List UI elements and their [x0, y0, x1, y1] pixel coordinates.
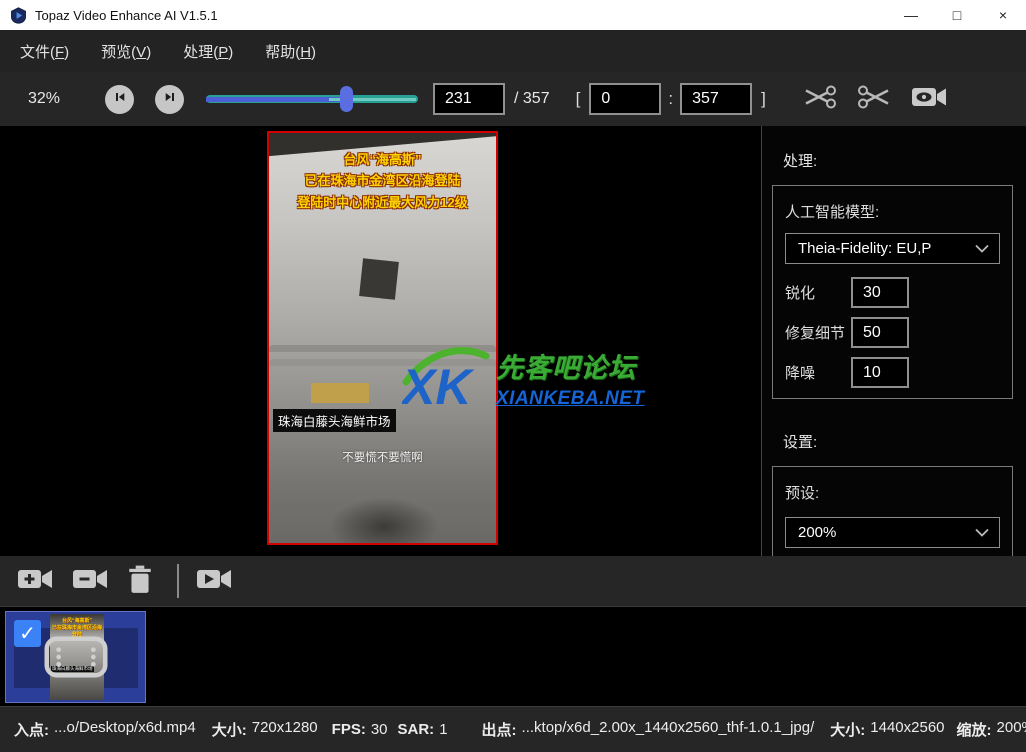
camera-eye-icon	[910, 84, 948, 115]
clip-toolbar	[0, 556, 1026, 606]
current-frame-input[interactable]	[433, 83, 505, 115]
settings-panel: 处理: 人工智能模型: Theia-Fidelity: EU,P 锐化 修复细节…	[761, 126, 1026, 556]
camera-play-icon	[195, 565, 233, 598]
main-area: 台风“海高斯” 已在珠海市金湾区沿海登陆 登陆时中心附近最大风力12级 珠海白藤…	[0, 126, 1026, 556]
status-scale: 缩放:200%	[957, 719, 1026, 740]
scissors-right-icon	[856, 84, 892, 115]
ai-model-value: Theia-Fidelity: EU,P	[798, 240, 931, 257]
camera-plus-icon	[16, 565, 54, 598]
window-title: Topaz Video Enhance AI V1.5.1	[35, 8, 218, 23]
thumbnail-checkbox[interactable]: ✓	[14, 620, 41, 647]
ai-model-dropdown[interactable]: Theia-Fidelity: EU,P	[785, 233, 1000, 264]
video-caption: 不要慌不要慌啊	[269, 449, 496, 465]
timeline-slider[interactable]	[206, 86, 418, 112]
film-frame-icon	[44, 636, 108, 678]
thumbnail-strip: 台风“海高斯” 已在珠海市金湾区沿海登陆 珠海白藤头海鲜市场 ✓	[0, 606, 1026, 706]
processing-heading: 处理:	[783, 150, 1026, 171]
chevron-down-icon	[975, 528, 989, 537]
ai-model-group: 人工智能模型: Theia-Fidelity: EU,P 锐化 修复细节 降噪	[772, 185, 1013, 399]
sharpen-input[interactable]	[851, 277, 909, 308]
status-sar: SAR:1	[398, 721, 448, 738]
close-button[interactable]: ×	[980, 0, 1026, 30]
sharpen-label: 锐化	[785, 282, 851, 303]
watermark-logo-icon: XK	[402, 342, 490, 418]
frame-total-label: / 357	[514, 90, 550, 108]
video-dark-object	[359, 258, 399, 300]
restore-detail-label: 修复细节	[785, 322, 851, 343]
trim-start-input[interactable]	[589, 83, 661, 115]
preset-dropdown[interactable]: 200%	[785, 517, 1000, 548]
add-video-button[interactable]	[16, 565, 54, 598]
camera-minus-icon	[71, 565, 109, 598]
ai-model-label: 人工智能模型:	[785, 201, 1000, 222]
title-bar: Topaz Video Enhance AI V1.5.1 — □ ×	[0, 0, 1026, 30]
video-headline-text: 台风“海高斯” 已在珠海市金湾区沿海登陆 登陆时中心附近最大风力12级	[269, 149, 496, 213]
trim-in-button[interactable]	[802, 84, 838, 115]
trim-out-button[interactable]	[856, 84, 892, 115]
skip-to-start-button[interactable]	[105, 85, 134, 114]
status-in-point: 入点:...o/Desktop/x6d.mp4	[14, 719, 196, 740]
denoise-input[interactable]	[851, 357, 909, 388]
remove-video-button[interactable]	[71, 565, 109, 598]
preset-label: 预设:	[785, 482, 1000, 503]
menu-file[interactable]: 文件(F)	[14, 37, 75, 66]
svg-text:XK: XK	[402, 359, 475, 412]
watermark: XK 先客吧论坛 XIANKEBA.NET	[402, 342, 652, 418]
watermark-name: 先客吧论坛	[496, 346, 645, 385]
status-in-size: 大小:720x1280	[212, 719, 318, 740]
toolbar-divider	[177, 564, 179, 598]
denoise-label: 降噪	[785, 362, 851, 383]
skip-start-icon	[112, 89, 128, 110]
delete-button[interactable]	[126, 564, 154, 599]
menu-process[interactable]: 处理(P)	[177, 37, 239, 66]
status-bar: 入点:...o/Desktop/x6d.mp4 大小:720x1280 FPS:…	[0, 706, 1026, 752]
process-video-button[interactable]	[195, 565, 233, 598]
trim-bracket-open: [	[576, 89, 581, 109]
skip-to-end-button[interactable]	[155, 85, 184, 114]
preset-value: 200%	[798, 524, 836, 541]
slider-handle[interactable]	[340, 86, 353, 112]
video-frame[interactable]: 台风“海高斯” 已在珠海市金湾区沿海登陆 登陆时中心附近最大风力12级 珠海白藤…	[267, 131, 498, 545]
chevron-down-icon	[975, 244, 989, 253]
restore-detail-input[interactable]	[851, 317, 909, 348]
video-bottom-shadow	[329, 497, 439, 545]
trim-separator: :	[668, 89, 673, 109]
trim-end-input[interactable]	[680, 83, 752, 115]
restore-detail-row: 修复细节	[785, 317, 1000, 348]
denoise-row: 降噪	[785, 357, 1000, 388]
status-fps: FPS:30	[332, 721, 388, 738]
menu-help[interactable]: 帮助(H)	[259, 37, 322, 66]
trim-bracket-close: ]	[761, 89, 766, 109]
trash-icon	[126, 564, 154, 599]
skip-end-icon	[162, 89, 178, 110]
video-yellow-crate	[311, 383, 369, 403]
preview-canvas[interactable]: 台风“海高斯” 已在珠海市金湾区沿海登陆 登陆时中心附近最大风力12级 珠海白藤…	[0, 126, 761, 556]
zoom-level-label: 32%	[28, 90, 72, 108]
preset-group: 预设: 200% ✓ 裁剪以填充帧	[772, 466, 1013, 556]
slider-played-segment	[206, 97, 342, 102]
watermark-site: XIANKEBA.NET	[496, 388, 645, 410]
maximize-button[interactable]: □	[934, 0, 980, 30]
video-thumbnail-tile[interactable]: 台风“海高斯” 已在珠海市金湾区沿海登陆 珠海白藤头海鲜市场 ✓	[5, 611, 146, 703]
sharpen-row: 锐化	[785, 277, 1000, 308]
video-location-label: 珠海白藤头海鲜市场	[273, 409, 396, 432]
preview-button[interactable]	[910, 84, 948, 115]
settings-heading: 设置:	[783, 431, 1026, 452]
playback-toolbar: 32% / 357 [ : ]	[0, 72, 1026, 126]
status-out-size: 大小:1440x2560	[830, 719, 944, 740]
menu-bar: 文件(F) 预览(V) 处理(P) 帮助(H)	[0, 30, 1026, 72]
minimize-button[interactable]: —	[888, 0, 934, 30]
window-controls: — □ ×	[888, 0, 1026, 30]
scissors-left-icon	[802, 84, 838, 115]
app-window: Topaz Video Enhance AI V1.5.1 — □ × 文件(F…	[0, 0, 1026, 752]
app-logo-icon	[10, 7, 27, 24]
menu-preview[interactable]: 预览(V)	[95, 37, 157, 66]
status-out-point: 出点:...ktop/x6d_2.00x_1440x2560_thf-1.0.1…	[482, 719, 815, 740]
